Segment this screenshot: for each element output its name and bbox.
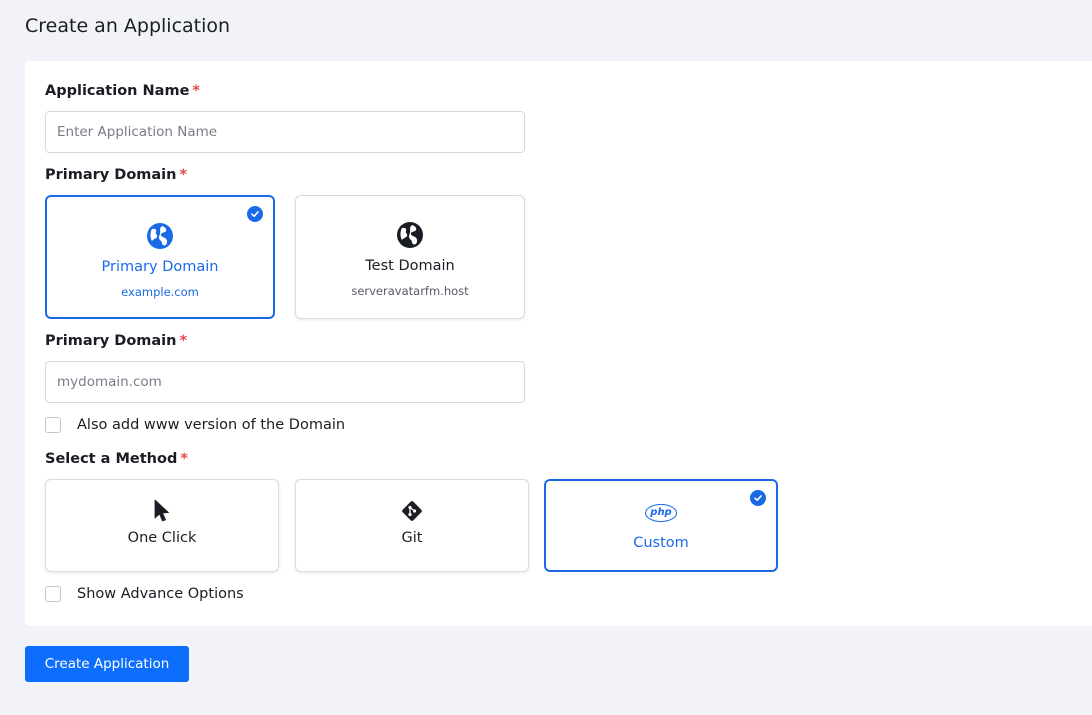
method-label: Select a Method * [45,451,188,467]
primary-domain-input[interactable] [45,361,525,403]
option-title: One Click [127,530,197,546]
option-title: Git [401,530,423,546]
php-icon: php [645,504,677,522]
test-domain-option[interactable]: Test Domain serveravatarfm.host [295,195,525,319]
app-name-label: Application Name * [45,83,200,99]
required-mark: * [192,83,200,99]
www-checkbox-label[interactable]: Also add www version of the Domain [77,417,345,433]
php-icon-text: php [650,507,672,518]
app-name-input[interactable] [45,111,525,153]
domain-type-label: Primary Domain * [45,167,187,183]
option-title: Custom [633,535,689,551]
cursor-pointer-icon [153,499,171,527]
option-subtitle: serveravatarfm.host [351,284,469,298]
globe-icon [146,222,174,250]
advance-options-label[interactable]: Show Advance Options [77,586,244,602]
domain-type-label-text: Primary Domain [45,167,177,183]
create-application-button[interactable]: Create Application [25,646,189,682]
primary-domain-label: Primary Domain * [45,333,187,349]
git-method-option[interactable]: Git [295,479,529,572]
create-application-form: Application Name* Primary Domain* Primar… [25,61,1092,626]
app-name-label-text: Application Name [45,83,190,99]
custom-method-option[interactable]: php Custom [544,479,778,572]
primary-domain-label-text: Primary Domain [45,333,177,349]
advance-options-checkbox-row: Show Advance Options [45,586,244,602]
www-checkbox[interactable] [45,417,61,433]
www-checkbox-row: Also add www version of the Domain [45,417,345,433]
method-label-text: Select a Method [45,451,178,467]
primary-domain-option[interactable]: Primary Domain example.com [45,195,275,319]
required-mark: * [180,451,188,467]
checkmark-icon [750,490,766,506]
required-mark: * [179,167,188,183]
globe-icon [396,221,424,249]
option-title: Primary Domain [101,259,219,275]
option-subtitle: example.com [121,285,199,299]
one-click-method-option[interactable]: One Click [45,479,279,572]
advance-options-checkbox[interactable] [45,586,61,602]
required-mark: * [179,333,188,349]
checkmark-icon [247,206,263,222]
option-title: Test Domain [365,258,455,274]
git-icon [401,500,423,526]
page-title: Create an Application [25,15,231,37]
